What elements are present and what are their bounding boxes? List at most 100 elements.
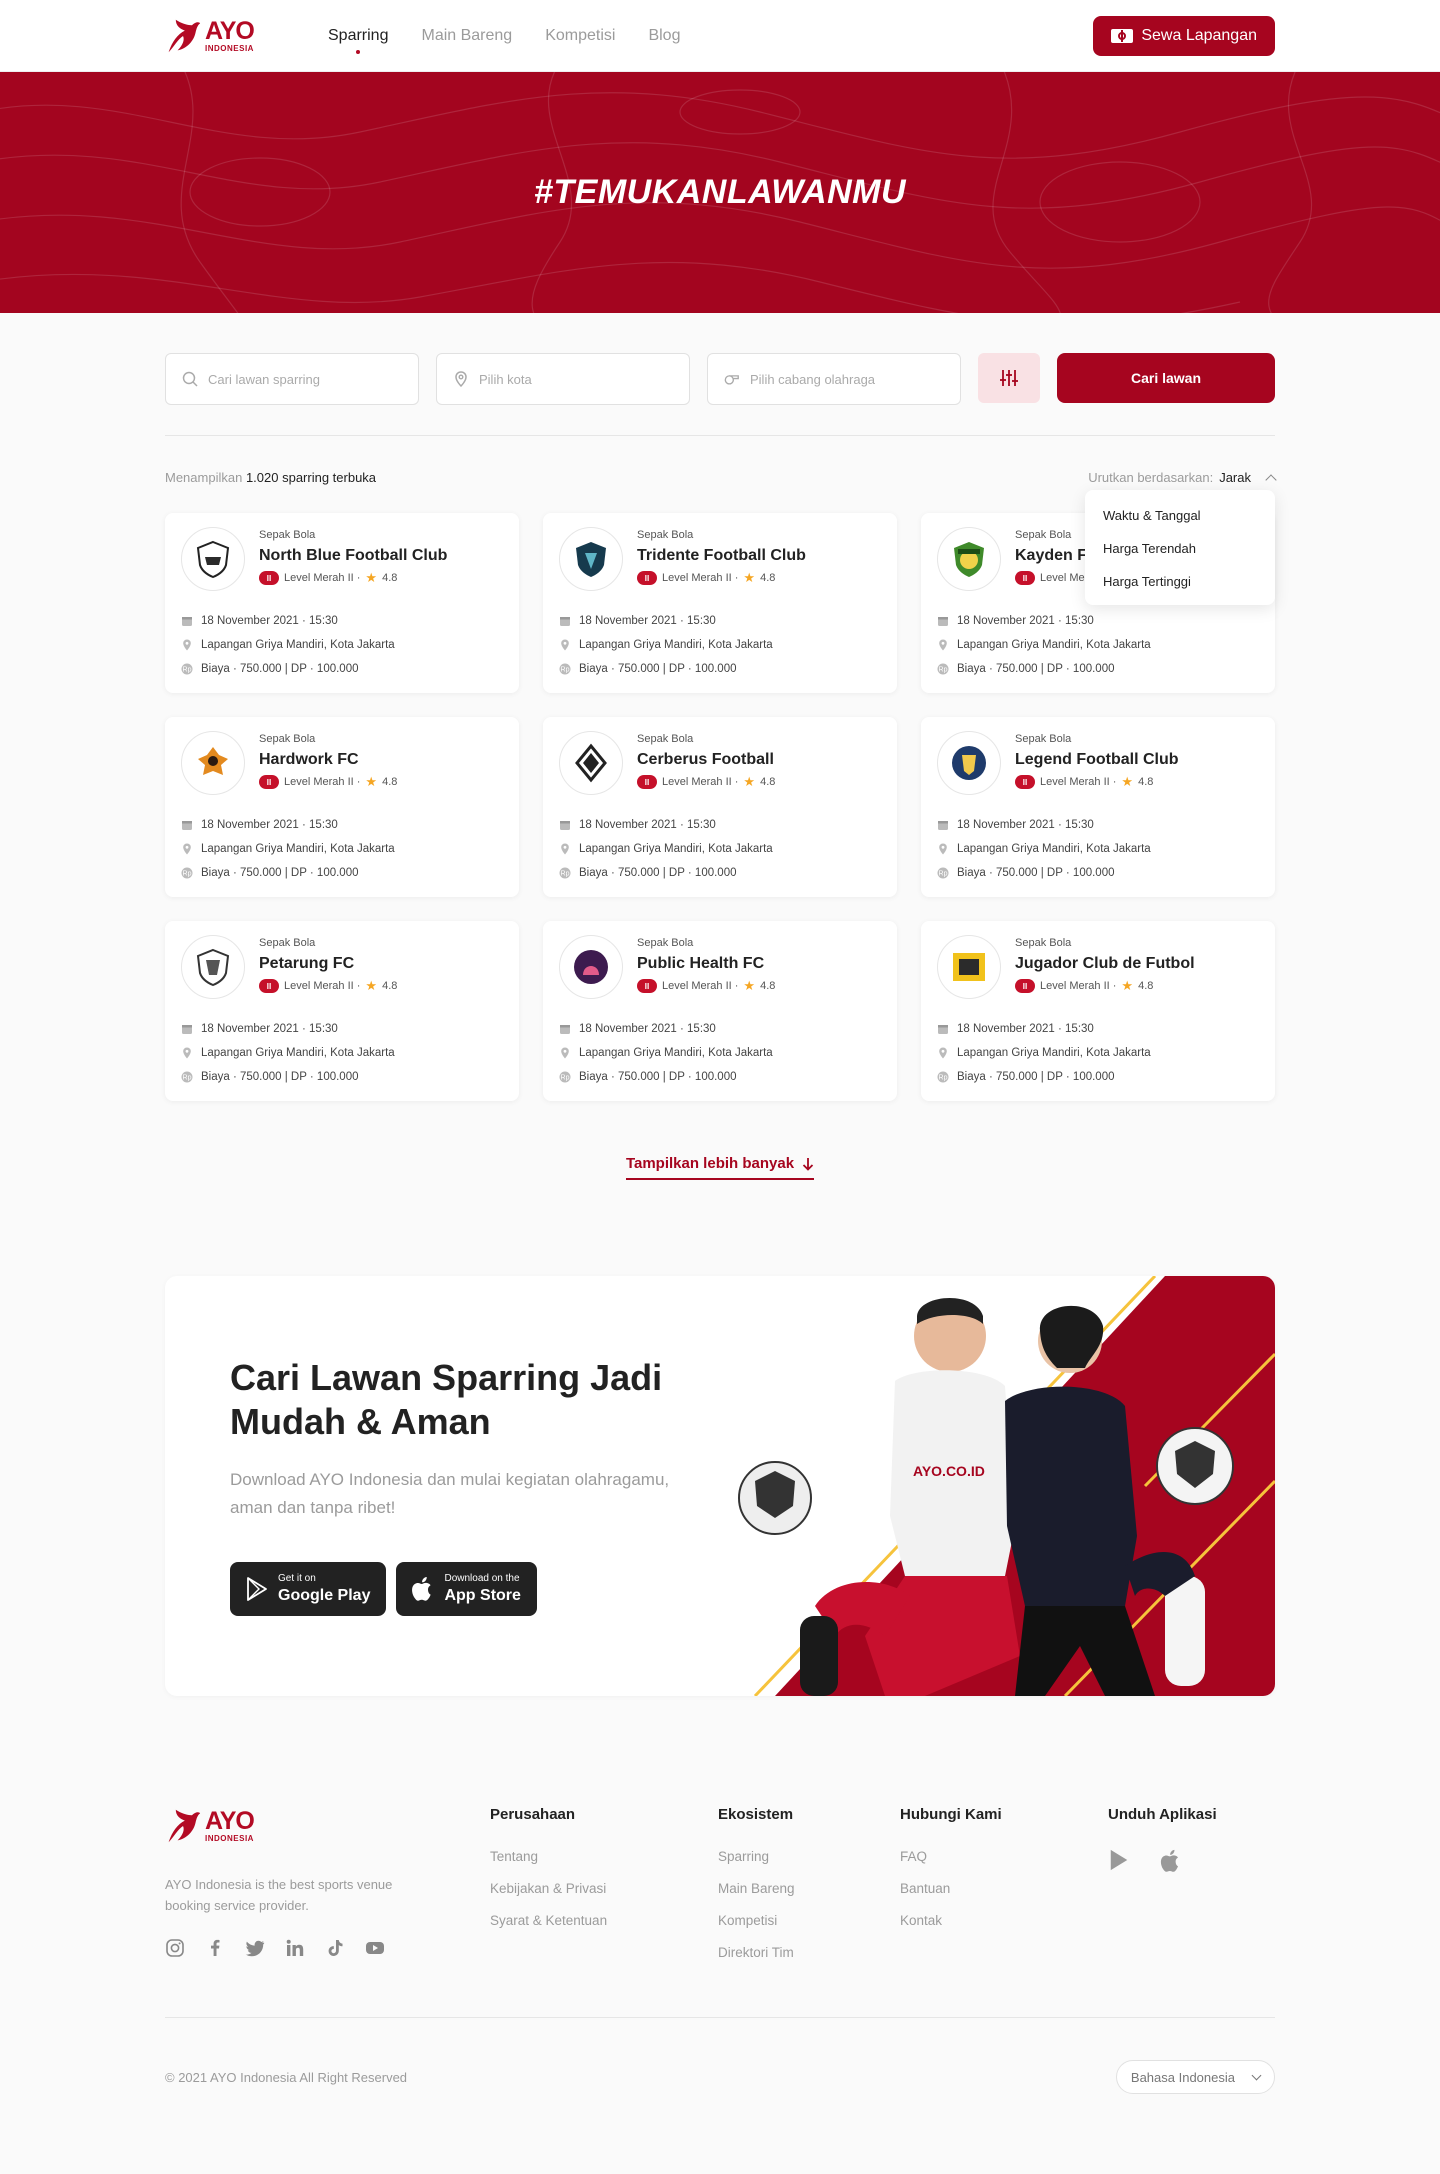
sort-label: Urutkan berdasarkan: <box>1088 470 1214 485</box>
card-venue: Lapangan Griya Mandiri, Kota Jakarta <box>957 1047 1151 1059</box>
footer-col-title: Ekosistem <box>718 1806 794 1823</box>
card-level-text: Level Merah II · <box>662 572 739 584</box>
cari-lawan-button[interactable]: Cari lawan <box>1057 353 1275 403</box>
level-badge-icon: II <box>1015 571 1035 585</box>
footer-link-kebijakan[interactable]: Kebijakan & Privasi <box>490 1881 718 1896</box>
footer-link-syarat[interactable]: Syarat & Ketentuan <box>490 1913 718 1928</box>
filter-button[interactable] <box>978 353 1040 403</box>
card-level-text: Level Merah II · <box>662 776 739 788</box>
level-badge-icon: II <box>259 775 279 789</box>
opponent-search-input[interactable]: Cari lawan sparring <box>165 353 419 405</box>
card-date: 18 November 2021 · 15:30 <box>579 819 716 831</box>
sewa-lapangan-button[interactable]: Sewa Lapangan <box>1093 16 1275 56</box>
card-cost-row: Rp Biaya · 750.000 | DP · 100.000 <box>937 867 1259 879</box>
twitter-icon[interactable] <box>245 1938 265 1958</box>
footer-link-faq[interactable]: FAQ <box>900 1849 1108 1864</box>
team-crest-icon <box>952 746 986 780</box>
sparring-card[interactable]: Sepak Bola Jugador Club de Futbol II Lev… <box>921 921 1275 1101</box>
footer-link-main-bareng[interactable]: Main Bareng <box>718 1881 900 1896</box>
city-select[interactable]: Pilih kota <box>436 353 690 405</box>
sparring-card[interactable]: Sepak Bola Legend Football Club II Level… <box>921 717 1275 897</box>
search-icon <box>182 371 198 387</box>
youtube-icon[interactable] <box>365 1938 385 1958</box>
card-cost: Biaya · 750.000 | DP · 100.000 <box>957 663 1115 675</box>
sparring-card[interactable]: Sepak Bola North Blue Football Club II L… <box>165 513 519 693</box>
card-venue: Lapangan Griya Mandiri, Kota Jakarta <box>957 639 1151 651</box>
google-play-icon[interactable] <box>1108 1849 1130 1871</box>
sparring-card[interactable]: Sepak Bola Tridente Football Club II Lev… <box>543 513 897 693</box>
card-date: 18 November 2021 · 15:30 <box>957 615 1094 627</box>
card-date-row: 18 November 2021 · 15:30 <box>181 1023 503 1035</box>
tiktok-icon[interactable] <box>325 1938 345 1958</box>
sparring-card[interactable]: Sepak Bola Petarung FC II Level Merah II… <box>165 921 519 1101</box>
facebook-icon[interactable] <box>205 1938 225 1958</box>
team-logo <box>559 527 623 591</box>
level-badge-icon: II <box>259 979 279 993</box>
nav-sparring[interactable]: Sparring <box>328 27 388 54</box>
sort-value: Jarak <box>1219 470 1251 485</box>
card-sport: Sepak Bola <box>637 733 694 745</box>
sparring-card[interactable]: Sepak Bola Hardwork FC II Level Merah II… <box>165 717 519 897</box>
coin-icon: Rp <box>181 1071 193 1083</box>
card-cost: Biaya · 750.000 | DP · 100.000 <box>957 867 1115 879</box>
footer-logo[interactable]: AYO INDONESIA <box>165 1806 328 1846</box>
app-store-small: Download on the <box>444 1572 520 1584</box>
footer-link-bantuan[interactable]: Bantuan <box>900 1881 1108 1896</box>
results-header: Menampilkan 1.020 sparring terbuka Urutk… <box>165 470 1277 605</box>
sort-option-harga-tertinggi[interactable]: Harga Tertinggi <box>1085 564 1275 597</box>
sparring-card[interactable]: Sepak Bola Public Health FC II Level Mer… <box>543 921 897 1101</box>
footer-link-tentang[interactable]: Tentang <box>490 1849 718 1864</box>
footer-link-kontak[interactable]: Kontak <box>900 1913 1108 1928</box>
card-cost-row: Rp Biaya · 750.000 | DP · 100.000 <box>559 1071 881 1083</box>
copyright: © 2021 AYO Indonesia All Right Reserved <box>165 2069 408 2085</box>
team-crest-icon <box>574 950 608 984</box>
arrow-down-icon <box>802 1157 814 1171</box>
card-level: II Level Merah II · ★ 4.8 <box>637 774 775 790</box>
footer-link-direktori-tim[interactable]: Direktori Tim <box>718 1945 900 1960</box>
linkedin-icon[interactable] <box>285 1938 305 1958</box>
location-pin-icon <box>561 843 569 855</box>
instagram-icon[interactable] <box>165 1938 185 1958</box>
sort-control[interactable]: Urutkan berdasarkan: Jarak <box>1088 470 1277 486</box>
location-pin-icon <box>183 639 191 651</box>
ayo-logo[interactable]: AYO INDONESIA <box>165 16 328 56</box>
nav-main-bareng[interactable]: Main Bareng <box>421 27 512 45</box>
svg-text:Rp: Rp <box>939 871 948 878</box>
star-icon: ★ <box>365 978 378 993</box>
footer-link-kompetisi[interactable]: Kompetisi <box>718 1913 900 1928</box>
calendar-icon <box>938 1025 948 1034</box>
location-pin-icon <box>561 1047 569 1059</box>
sparring-card[interactable]: Sepak Bola Cerberus Football II Level Me… <box>543 717 897 897</box>
card-date-row: 18 November 2021 · 15:30 <box>937 615 1259 627</box>
nav-kompetisi[interactable]: Kompetisi <box>545 27 615 45</box>
svg-text:Rp: Rp <box>939 667 948 674</box>
language-select[interactable]: Bahasa Indonesia <box>1115 2060 1275 2094</box>
hero-banner: #TEMUKANLAWANMU <box>0 72 1440 313</box>
calendar-icon <box>560 617 570 626</box>
apple-icon[interactable] <box>1160 1849 1182 1873</box>
card-venue-row: Lapangan Griya Mandiri, Kota Jakarta <box>937 639 1259 651</box>
google-play-button[interactable]: Get it on Google Play <box>230 1562 387 1616</box>
show-more-link[interactable]: Tampilkan lebih banyak <box>625 1155 815 1180</box>
card-level: II Level Merah II · ★ 4.8 <box>637 570 806 586</box>
card-cost-row: Rp Biaya · 750.000 | DP · 100.000 <box>181 867 503 879</box>
sport-select[interactable]: Pilih cabang olahraga <box>707 353 961 405</box>
card-sport: Sepak Bola <box>637 529 694 541</box>
card-venue-row: Lapangan Griya Mandiri, Kota Jakarta <box>181 843 503 855</box>
location-pin-icon <box>183 843 191 855</box>
card-venue: Lapangan Griya Mandiri, Kota Jakarta <box>201 639 395 651</box>
sort-option-harga-terendah[interactable]: Harga Terendah <box>1085 531 1275 564</box>
footer-link-sparring[interactable]: Sparring <box>718 1849 900 1864</box>
results-prefix: Menampilkan <box>165 470 243 485</box>
nav-blog[interactable]: Blog <box>648 27 680 45</box>
card-venue: Lapangan Griya Mandiri, Kota Jakarta <box>579 639 773 651</box>
level-badge-icon: II <box>637 775 657 789</box>
sort-option-waktu[interactable]: Waktu & Tanggal <box>1085 498 1275 531</box>
show-more-section: Tampilkan lebih banyak <box>165 1155 1275 1180</box>
card-date-row: 18 November 2021 · 15:30 <box>559 615 881 627</box>
card-rating: 4.8 <box>382 572 398 584</box>
card-date-row: 18 November 2021 · 15:30 <box>937 1023 1259 1035</box>
card-date-row: 18 November 2021 · 15:30 <box>937 819 1259 831</box>
team-logo <box>559 731 623 795</box>
app-store-button[interactable]: Download on the App Store <box>396 1562 537 1616</box>
